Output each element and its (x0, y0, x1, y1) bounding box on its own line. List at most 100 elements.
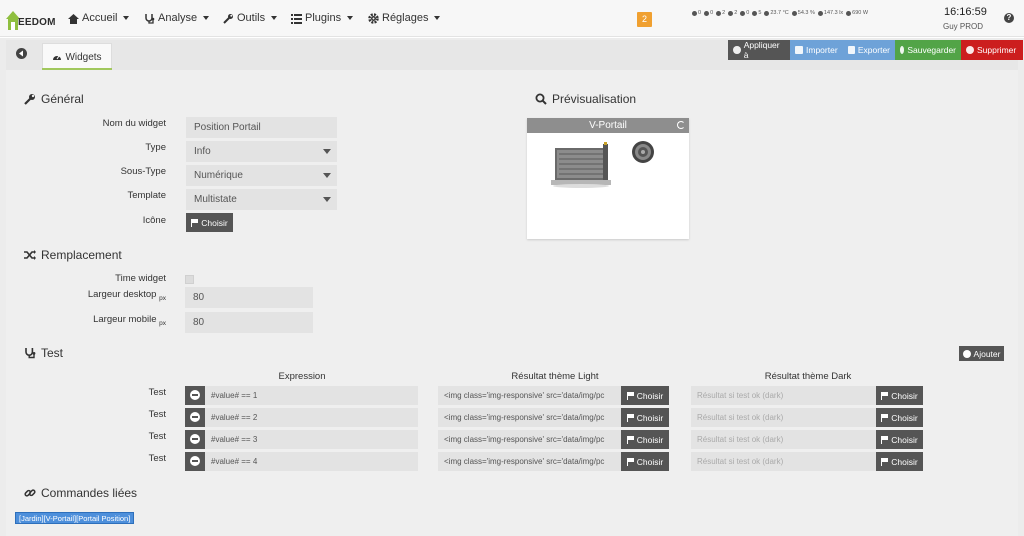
linked-title-text: Commandes liées (41, 486, 138, 500)
status-plug[interactable]: 5 (752, 10, 761, 16)
choose-light-button[interactable]: Choisir (621, 408, 669, 427)
gear-icon (368, 12, 379, 24)
light-result-input[interactable]: <img class='img-responsive' src='data/im… (438, 452, 621, 471)
nav-analyse-label: Analyse (158, 12, 198, 24)
status-humidity[interactable]: 54.3 % (791, 10, 815, 16)
status-bulb[interactable]: 0 (740, 10, 749, 16)
subtype-select[interactable]: Numérique (186, 165, 337, 186)
user-name[interactable]: Guy PROD (943, 22, 983, 31)
choose-dark-button[interactable]: Choisir (876, 408, 923, 427)
import-button[interactable]: Importer (790, 40, 843, 60)
help-icon[interactable]: ? (1004, 13, 1014, 23)
test-row-label: Test (148, 409, 166, 420)
flag-icon (191, 219, 199, 227)
col-expression: Expression (278, 371, 326, 382)
choose-light-button[interactable]: Choisir (621, 430, 669, 449)
choose-light-button[interactable]: Choisir (621, 452, 669, 471)
nav-plugins[interactable]: Plugins (291, 12, 354, 24)
widget-name-input[interactable]: Position Portail (186, 117, 337, 138)
expression-input[interactable]: #value# == 4 (205, 452, 418, 471)
light-result-input[interactable]: <img class='img-responsive' src='data/im… (438, 386, 621, 405)
linked-command-tag[interactable]: [Jardin][V-Portail][Portail Position] (15, 512, 135, 524)
choose-label: Choisir (891, 412, 918, 423)
status-light[interactable]: 0 (692, 10, 701, 16)
status-value: 23.7 °C (770, 10, 789, 16)
subtype-value: Numérique (194, 170, 243, 181)
col-light: Résultat thème Light (511, 371, 599, 382)
template-select[interactable]: Multistate (186, 189, 337, 210)
expression-input[interactable]: #value# == 3 (205, 430, 418, 449)
time-widget-checkbox[interactable] (185, 275, 194, 284)
choose-icon-button[interactable]: Choisir (186, 213, 233, 232)
wrench-icon (223, 13, 234, 24)
choose-light-button[interactable]: Choisir (621, 386, 669, 405)
window-icon (716, 10, 722, 16)
status-motion[interactable]: 0 (704, 10, 713, 16)
choose-dark-button[interactable]: Choisir (876, 386, 923, 405)
save-label: Sauvegarder (907, 45, 956, 55)
status-luminosity[interactable]: 147.3 lx (817, 10, 843, 16)
tab-widgets[interactable]: Widgets (42, 43, 112, 70)
notification-badge[interactable]: 2 (637, 12, 652, 27)
gate-image (551, 142, 611, 188)
refresh-icon[interactable] (677, 121, 685, 129)
status-value: 0 (698, 10, 702, 16)
nav-outils-label: Outils (237, 12, 266, 24)
dark-result-input[interactable]: Résultat si test ok (dark) (691, 452, 876, 471)
delete-button[interactable]: Supprimer (961, 40, 1023, 60)
type-select[interactable]: Info (186, 141, 337, 162)
jeedom-logo[interactable]: EEDOM (4, 5, 55, 33)
humidity-icon (791, 10, 797, 16)
widget-preview[interactable]: V-Portail (527, 118, 689, 239)
home-icon (68, 13, 79, 24)
test-row-label: Test (148, 431, 166, 442)
chevron-down-icon (434, 16, 441, 20)
motor-image (632, 141, 654, 163)
light-result-input[interactable]: <img class='img-responsive' src='data/im… (438, 408, 621, 427)
remove-test-button[interactable] (185, 386, 205, 405)
choose-icon-label: Choisir (201, 217, 228, 228)
remove-test-button[interactable] (185, 452, 205, 471)
nav-reglages[interactable]: Réglages (368, 12, 441, 24)
section-general-title: Général (24, 92, 84, 106)
back-arrow-icon[interactable] (16, 48, 27, 59)
add-test-button[interactable]: Ajouter (959, 346, 1004, 361)
export-button[interactable]: Exporter (843, 40, 895, 60)
nav-analyse[interactable]: Analyse (144, 12, 210, 24)
dark-result-input[interactable]: Résultat si test ok (dark) (691, 430, 876, 449)
remove-test-button[interactable] (185, 408, 205, 427)
save-button[interactable]: Sauvegarder (895, 40, 961, 60)
expression-input[interactable]: #value# == 2 (205, 408, 418, 427)
clock: 16:16:59 (944, 6, 987, 18)
flag-icon (881, 436, 889, 444)
nav-outils[interactable]: Outils (223, 12, 278, 24)
stethoscope-icon (144, 13, 155, 24)
choose-dark-button[interactable]: Choisir (876, 430, 923, 449)
status-value: 5 (758, 10, 762, 16)
light-result-input[interactable]: <img class='img-responsive' src='data/im… (438, 430, 621, 449)
choose-label: Choisir (636, 390, 664, 401)
apply-to-button[interactable]: Appliquer à (728, 40, 790, 60)
status-value: 690 W (852, 10, 869, 16)
desktop-width-input[interactable]: 80 (185, 287, 313, 308)
nav-accueil[interactable]: Accueil (68, 12, 130, 24)
expression-input[interactable]: #value# == 1 (205, 386, 418, 405)
remove-test-button[interactable] (185, 430, 205, 449)
mobile-width-input[interactable]: 80 (185, 312, 313, 333)
shutter-icon (728, 10, 734, 16)
dark-result-input[interactable]: Résultat si test ok (dark) (691, 386, 876, 405)
flag-icon (626, 392, 634, 400)
choose-dark-button[interactable]: Choisir (876, 452, 923, 471)
top-navbar: EEDOM Accueil Analyse Outils Plugins Rég… (0, 0, 1024, 37)
chevron-down-icon (323, 149, 331, 154)
status-shutter[interactable]: 2 (728, 10, 737, 16)
mobile-width-label: Largeur mobile px (46, 314, 166, 327)
status-temperature[interactable]: 23.7 °C (764, 10, 789, 16)
tab-widgets-label: Widgets (65, 51, 102, 63)
status-power[interactable]: 690 W (846, 10, 868, 16)
replacement-title-text: Remplacement (41, 248, 122, 262)
dark-result-input[interactable]: Résultat si test ok (dark) (691, 408, 876, 427)
status-window[interactable]: 2 (716, 10, 725, 16)
status-value: 0 (746, 10, 750, 16)
status-value: 2 (734, 10, 738, 16)
